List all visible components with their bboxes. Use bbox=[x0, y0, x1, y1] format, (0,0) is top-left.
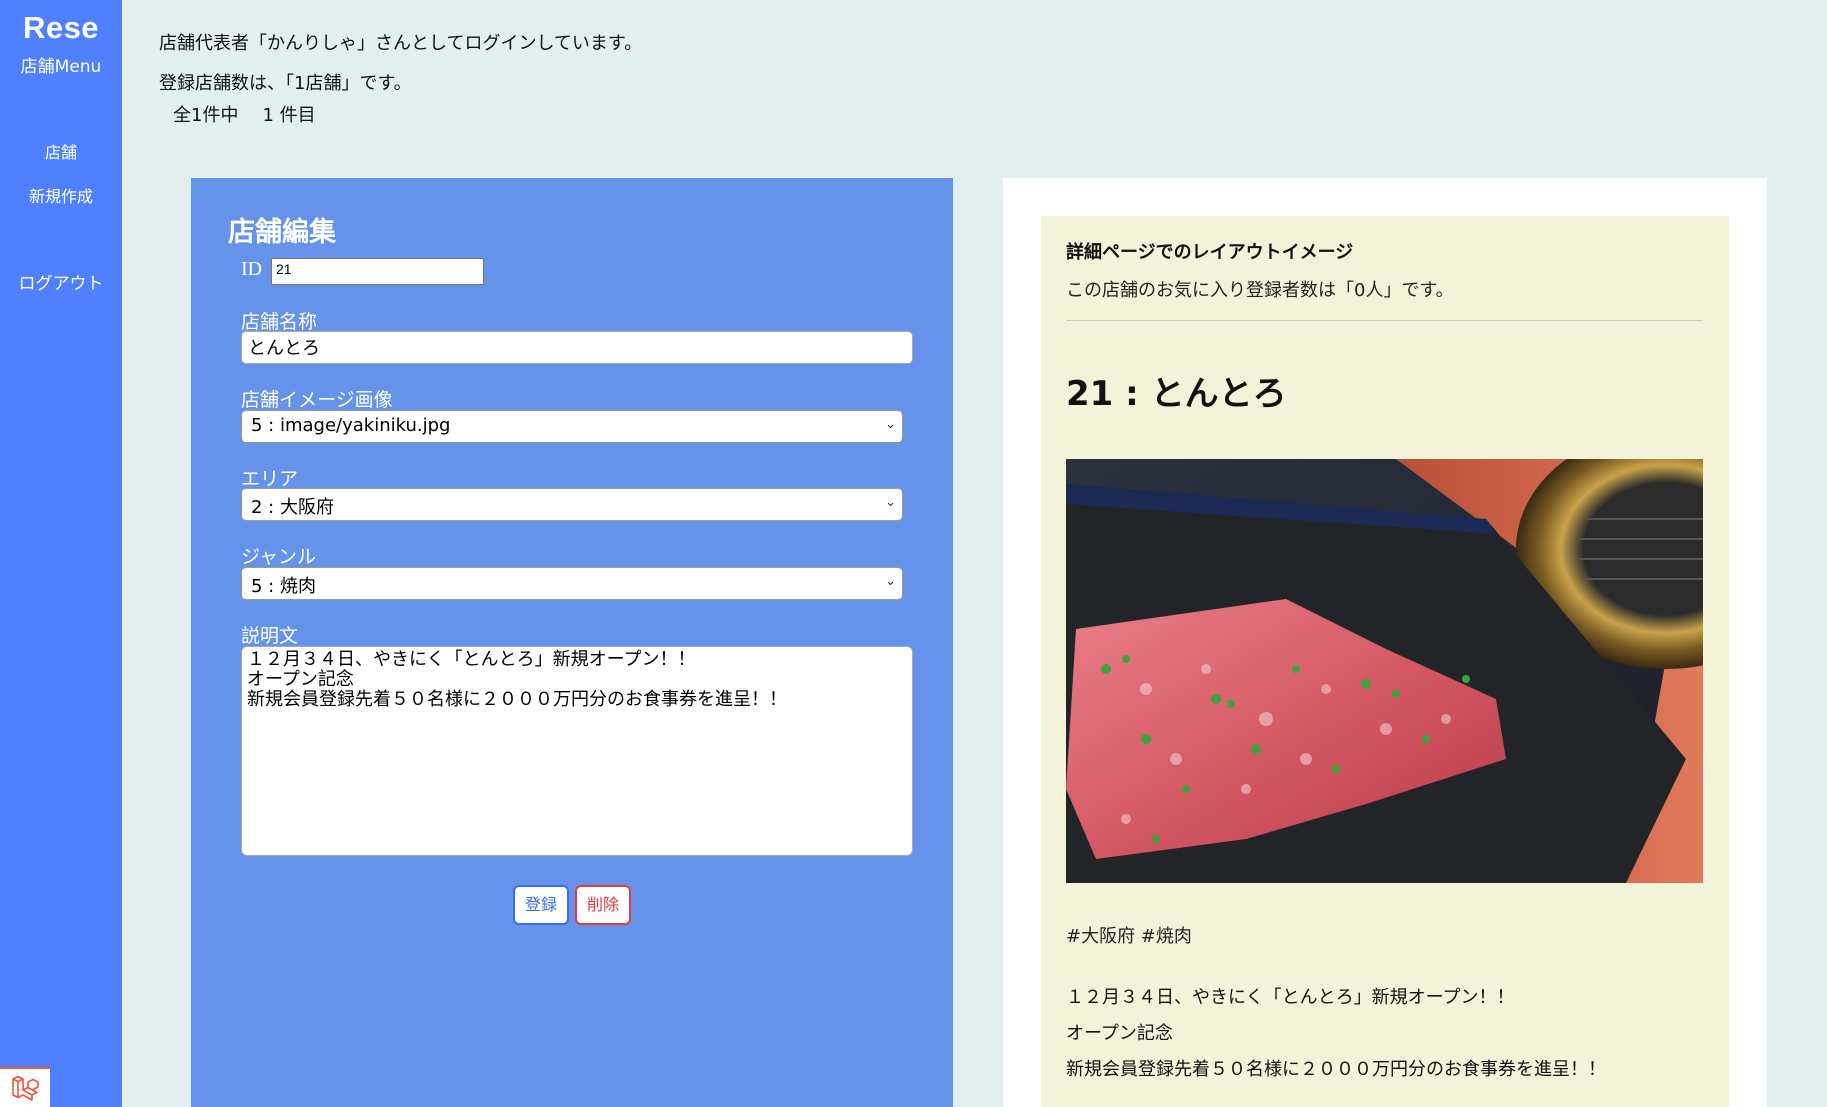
shop-image-select[interactable]: 5 : image/yakiniku.jpg ⌄ bbox=[241, 410, 903, 443]
brand-logo[interactable]: Rese bbox=[0, 10, 122, 46]
pagination-current: 1 件目 bbox=[262, 105, 316, 126]
description-label: 説明文 bbox=[241, 625, 299, 647]
genre-select[interactable]: 5 : 焼肉 ⌄ bbox=[241, 567, 903, 600]
laravel-logo-icon bbox=[12, 1075, 39, 1101]
preview-panel: 詳細ページでのレイアウトイメージ この店舗のお気に入り登録者数は「0人」です。 … bbox=[1003, 178, 1767, 1107]
sidebar-item-new[interactable]: 新規作成 bbox=[0, 183, 122, 207]
preview-divider bbox=[1066, 320, 1703, 321]
favorite-count-text: この店舗のお気に入り登録者数は「0人」です。 bbox=[1066, 280, 1454, 301]
description-line: オープン記念 bbox=[1066, 1023, 1173, 1044]
sidebar: Rese 店舗Menu 店舗 新規作成 ログアウト bbox=[0, 0, 122, 1107]
description-line: 新規会員登録先着５０名様に２０００万円分のお食事券を進呈！！ bbox=[1066, 1059, 1606, 1080]
chevron-down-icon: ⌄ bbox=[885, 495, 896, 510]
shop-name-field[interactable]: とんとろ bbox=[241, 331, 913, 364]
chevron-down-icon: ⌄ bbox=[885, 417, 896, 432]
login-info: 店舗代表者「かんりしゃ」さんとしてログインしています。 登録店舗数は、「1店舗」… bbox=[159, 32, 642, 128]
description-textarea[interactable]: １２月３４日、やきにく「とんとろ」新規オープン！！ オープン記念 新規会員登録先… bbox=[241, 646, 913, 856]
shop-image-selected: 5 : image/yakiniku.jpg bbox=[251, 415, 451, 436]
area-label: エリア bbox=[241, 468, 299, 490]
shop-edit-panel: 店舗編集 ID 21 店舗名称 とんとろ 店舗イメージ画像 5 : image/… bbox=[191, 178, 953, 1107]
id-field[interactable]: 21 bbox=[271, 258, 484, 285]
id-label: ID bbox=[241, 258, 263, 280]
preview-card: 詳細ページでのレイアウトイメージ この店舗のお気に入り登録者数は「0人」です。 … bbox=[1041, 216, 1729, 1107]
yakiniku-photo bbox=[1066, 459, 1703, 883]
pagination-info: 全1件中 1 件目 bbox=[159, 104, 642, 128]
shop-image bbox=[1066, 459, 1703, 883]
genre-selected: 5 : 焼肉 bbox=[251, 576, 316, 597]
area-select[interactable]: 2 : 大阪府 ⌄ bbox=[241, 488, 903, 521]
edit-title: 店舗編集 bbox=[228, 217, 336, 248]
shop-tags: #大阪府 #焼肉 bbox=[1066, 926, 1192, 947]
shop-title: 21 : とんとろ bbox=[1066, 374, 1287, 414]
store-count-message: 登録店舗数は、「1店舗」です。 bbox=[159, 73, 412, 94]
shop-name-label: 店舗名称 bbox=[241, 311, 318, 333]
genre-label: ジャンル bbox=[241, 546, 317, 568]
save-button[interactable]: 登録 bbox=[513, 885, 569, 925]
login-message: 店舗代表者「かんりしゃ」さんとしてログインしています。 bbox=[159, 33, 643, 54]
shop-image-label: 店舗イメージ画像 bbox=[241, 389, 393, 411]
delete-button[interactable]: 削除 bbox=[575, 885, 631, 925]
shop-description: １２月３４日、やきにく「とんとろ」新規オープン！！ オープン記念 新規会員登録先… bbox=[1066, 980, 1606, 1088]
laravel-debug-badge[interactable] bbox=[0, 1067, 50, 1107]
sidebar-menu-title: 店舗Menu bbox=[20, 57, 102, 77]
preview-heading: 詳細ページでのレイアウトイメージ bbox=[1066, 242, 1354, 263]
description-line: １２月３４日、やきにく「とんとろ」新規オープン！！ bbox=[1066, 987, 1515, 1008]
sidebar-item-shop[interactable]: 店舗 bbox=[0, 139, 122, 163]
chevron-down-icon: ⌄ bbox=[885, 574, 896, 589]
pagination-total: 全1件中 bbox=[173, 105, 239, 126]
area-selected: 2 : 大阪府 bbox=[251, 497, 334, 518]
sidebar-item-logout[interactable]: ログアウト bbox=[0, 269, 122, 294]
